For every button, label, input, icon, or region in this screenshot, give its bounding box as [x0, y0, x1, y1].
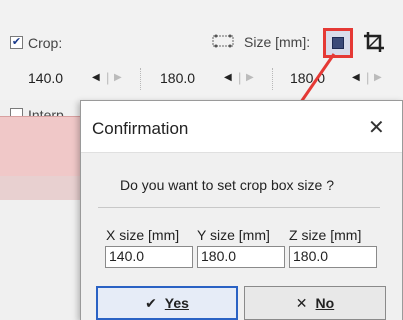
arrow-right-icon[interactable]: ▶	[374, 72, 382, 83]
crop-region-bar	[0, 116, 80, 177]
size-square-icon	[332, 37, 344, 49]
crop-region-strip	[0, 176, 80, 200]
z-size-input[interactable]: 180.0	[289, 246, 377, 268]
crop-icon[interactable]	[362, 30, 386, 57]
arrow-left-icon[interactable]: ◀	[352, 72, 360, 83]
crop-checkbox[interactable]: ✔	[10, 36, 23, 49]
no-label: No	[315, 295, 335, 311]
crop-label: Crop:	[28, 35, 63, 51]
arrow-right-icon[interactable]: ▶	[246, 72, 254, 83]
divider	[98, 207, 380, 208]
no-button[interactable]: ✕ No	[244, 286, 386, 320]
y-size-value: 180.0	[160, 70, 196, 86]
divider: |	[106, 70, 110, 85]
checkmark-icon: ✔	[145, 294, 157, 311]
arrow-right-icon[interactable]: ▶	[114, 72, 122, 83]
check-icon: ✔	[11, 36, 22, 48]
arrow-left-icon[interactable]: ◀	[224, 72, 232, 83]
dialog-question: Do you want to set crop box size ?	[120, 177, 334, 193]
arrow-left-icon[interactable]: ◀	[92, 72, 100, 83]
y-size-label: Y size [mm]	[197, 227, 270, 243]
separator	[272, 68, 274, 90]
grid-icon[interactable]	[212, 34, 234, 51]
yes-button[interactable]: ✔ Yes	[96, 286, 238, 320]
y-size-input[interactable]: 180.0	[197, 246, 285, 268]
x-icon: ✕	[295, 294, 308, 311]
divider: |	[238, 70, 242, 85]
yes-label: Yes	[164, 295, 189, 311]
dialog-title: Confirmation	[92, 119, 189, 138]
size-label: Size [mm]:	[244, 34, 311, 50]
x-size-input[interactable]: 140.0	[105, 246, 193, 268]
close-icon[interactable]: ✕	[368, 115, 385, 140]
divider: |	[366, 70, 370, 85]
x-size-value: 140.0	[28, 70, 64, 86]
x-size-label: X size [mm]	[106, 227, 180, 243]
z-size-label: Z size [mm]	[289, 227, 362, 243]
separator	[140, 68, 142, 90]
